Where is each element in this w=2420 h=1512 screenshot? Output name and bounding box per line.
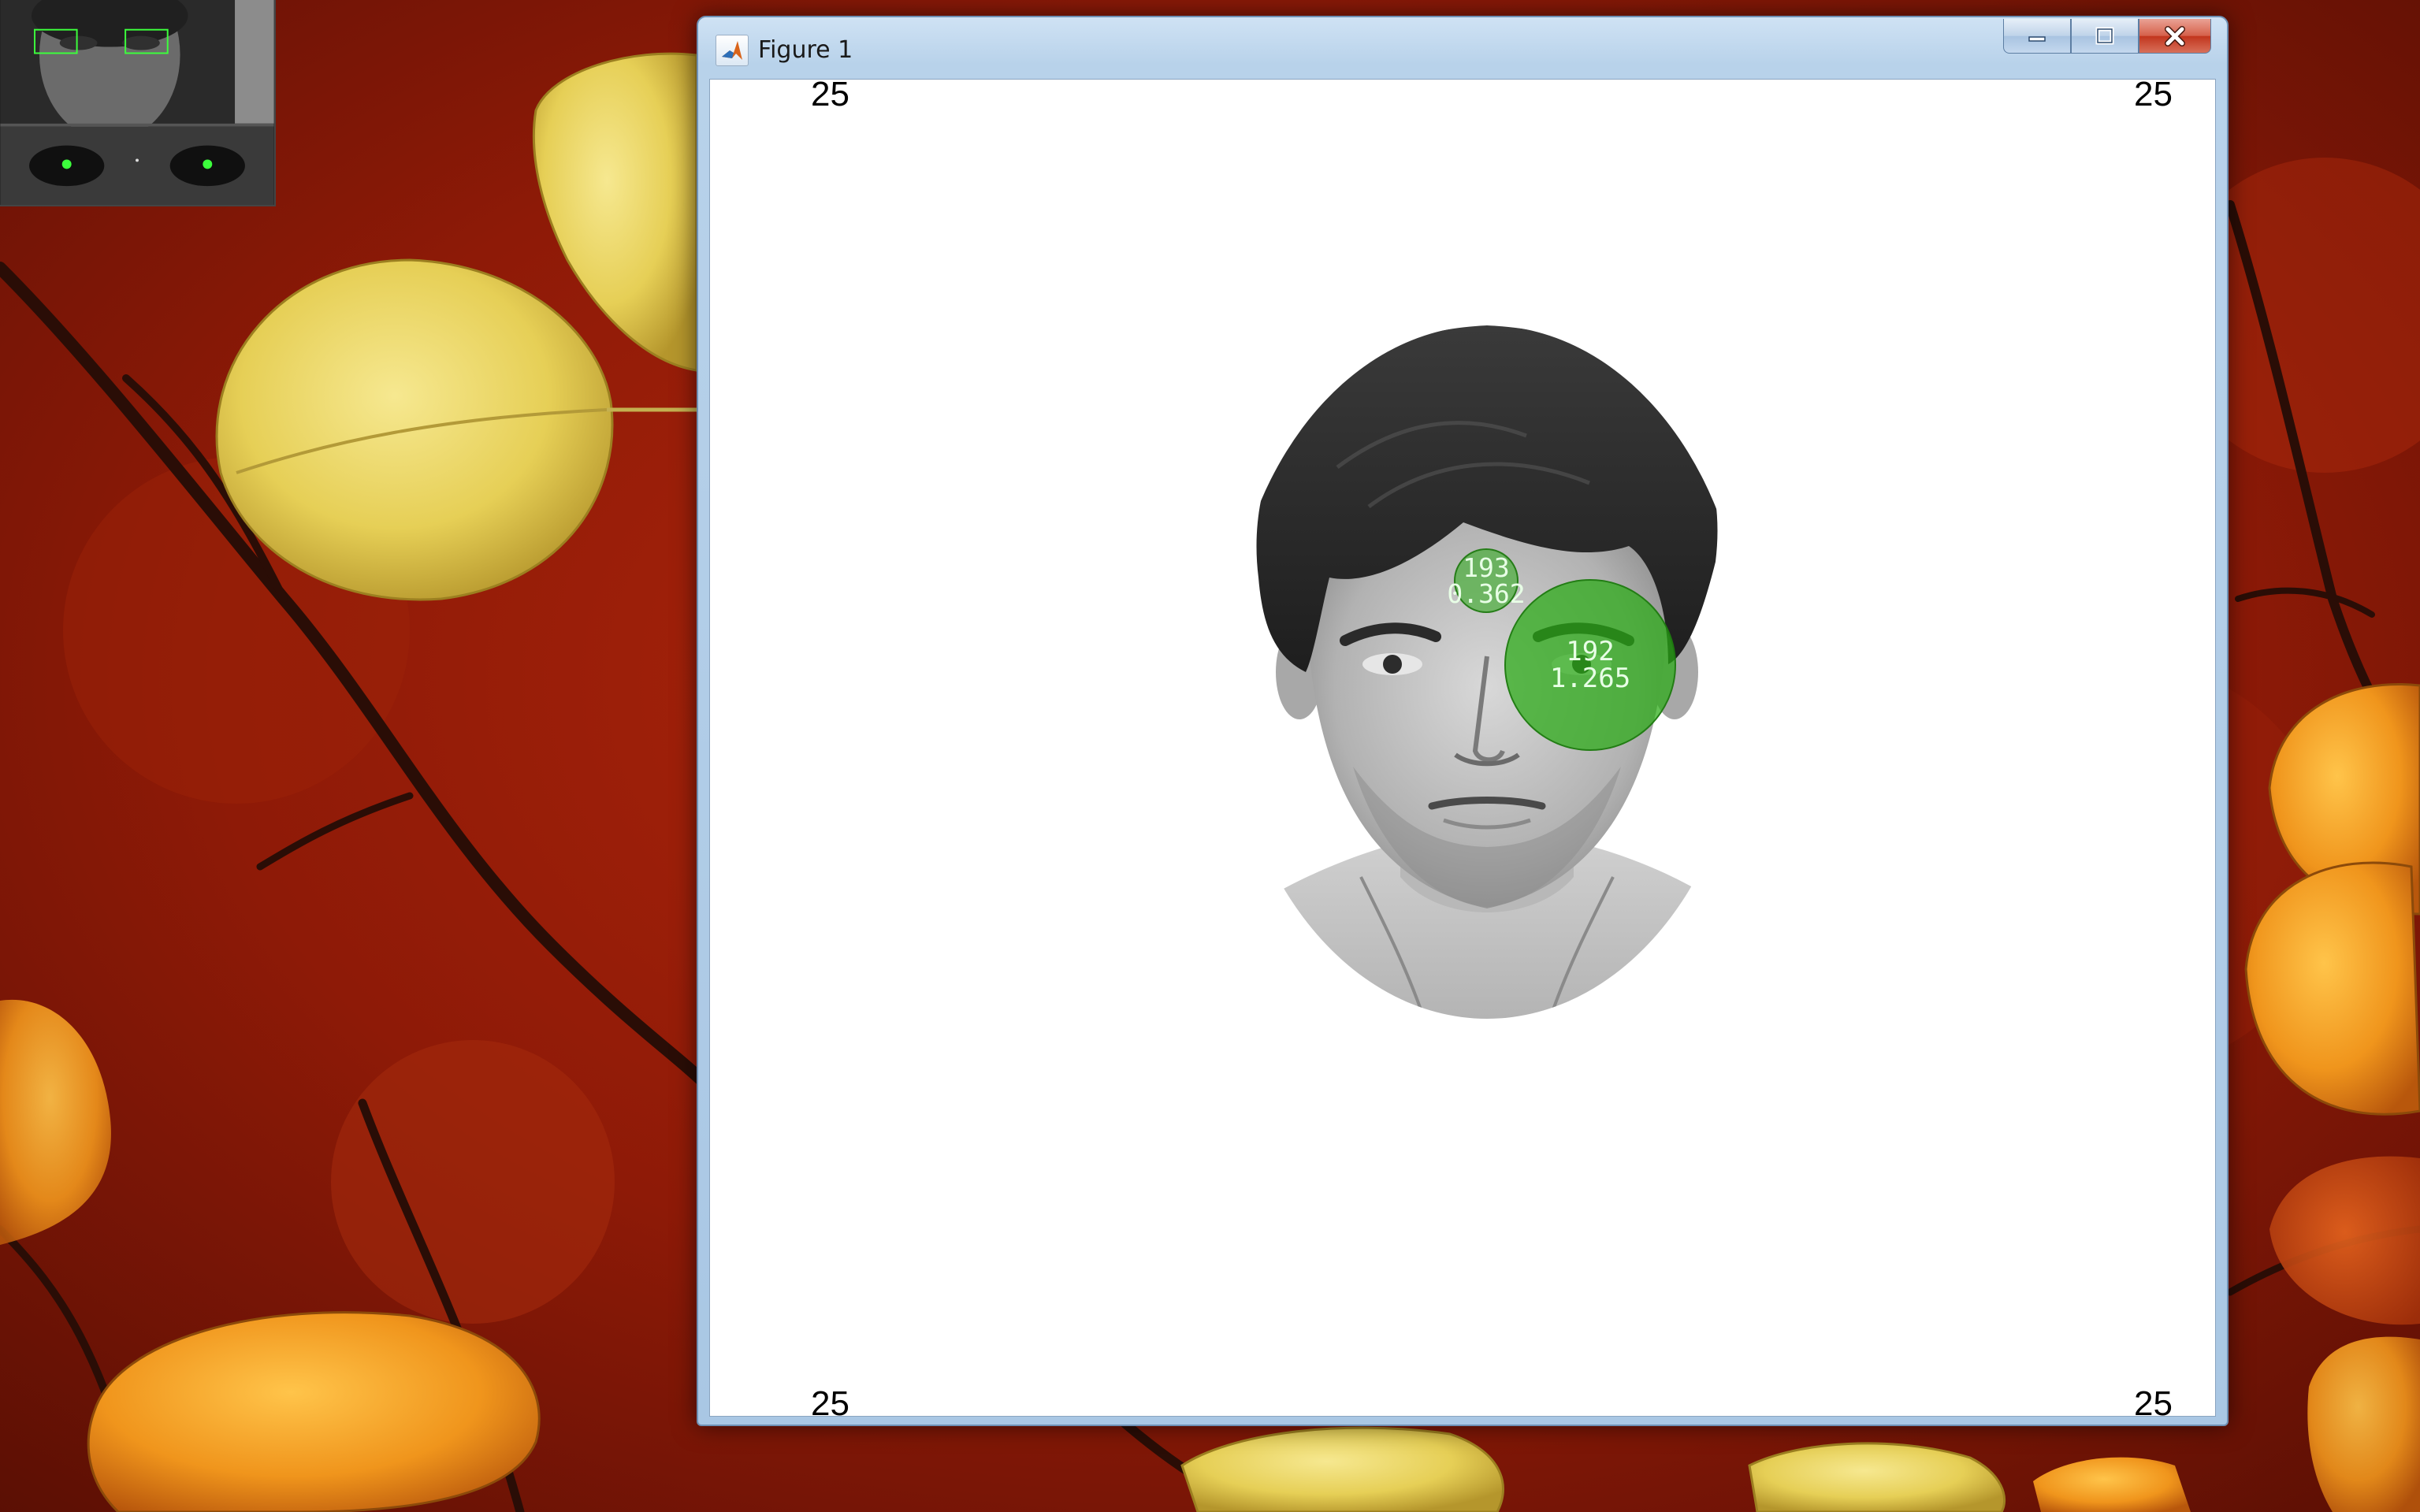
minimize-icon [2028, 35, 2046, 42]
maximize-icon [2095, 27, 2114, 44]
matlab-icon[interactable] [716, 35, 749, 66]
close-button[interactable] [2139, 19, 2211, 54]
corner-label-top-right: 25 [2134, 75, 2173, 113]
fixation-marker[interactable]: 192 1.265 [1504, 579, 1676, 751]
fixation-id: 193 [1463, 552, 1510, 583]
corner-label-bottom-left: 25 [811, 1384, 849, 1423]
eye-tracker-camera-preview [0, 0, 276, 206]
fixation-id: 192 [1566, 636, 1615, 667]
figure-axes[interactable]: 25 25 25 25 193 0.362 192 1.265 [709, 75, 2216, 1423]
window-title: Figure 1 [758, 36, 853, 64]
fixation-duration: 0.362 [1447, 578, 1526, 609]
maximize-button[interactable] [2071, 19, 2139, 54]
close-icon [2165, 25, 2185, 46]
minimize-button[interactable] [2003, 19, 2071, 54]
figure-window: Figure 1 25 25 25 25 193 0.362 192 1.265 [697, 16, 2229, 1426]
fixation-marker[interactable]: 193 0.362 [1447, 548, 1526, 613]
fixation-duration: 1.265 [1549, 663, 1631, 694]
window-titlebar[interactable]: Figure 1 [698, 17, 2227, 79]
corner-label-bottom-right: 25 [2134, 1384, 2173, 1423]
corner-label-top-left: 25 [811, 75, 849, 113]
caption-buttons [2003, 19, 2211, 54]
